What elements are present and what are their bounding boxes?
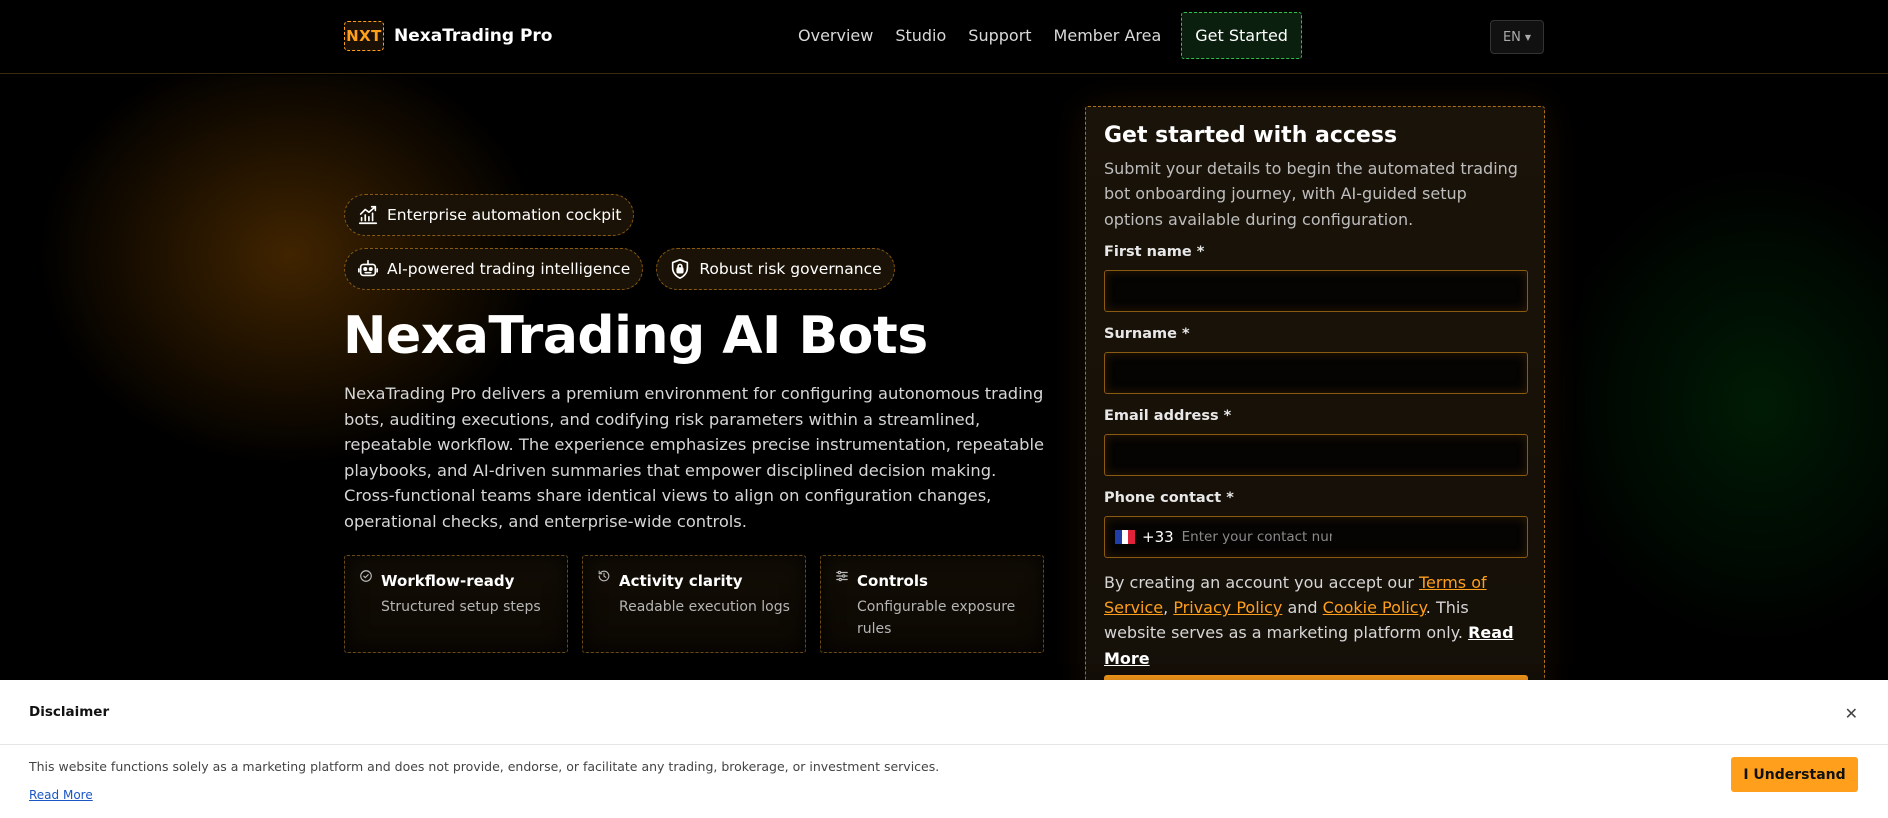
email-label: Email address *: [1104, 407, 1232, 424]
legal-comma: ,: [1163, 598, 1174, 618]
signup-description: Submit your details to begin the automat…: [1104, 159, 1518, 229]
signup-title: Get started with access: [1104, 123, 1398, 148]
cookie-link[interactable]: Cookie Policy: [1323, 598, 1426, 617]
phone-dial-code[interactable]: +33: [1142, 528, 1174, 546]
hero-badges: Enterprise automation cockpit AI-powered…: [344, 194, 944, 302]
brand-mark: NXT: [344, 21, 384, 51]
feature-title: Workflow-ready: [381, 572, 515, 590]
privacy-link[interactable]: Privacy Policy: [1173, 598, 1282, 617]
disclaimer-text: This website functions solely as a marke…: [29, 759, 940, 774]
sliders-icon: [836, 570, 848, 582]
feature-title: Activity clarity: [619, 572, 743, 590]
first-name-input[interactable]: [1104, 269, 1528, 312]
badge-label: Robust risk governance: [699, 260, 882, 278]
france-flag-icon[interactable]: [1115, 529, 1136, 544]
language-selector[interactable]: EN ▼: [1490, 20, 1544, 54]
top-navbar: NXT NexaTrading Pro Overview Studio Supp…: [0, 0, 1888, 74]
feature-subtitle: Configurable exposure rules: [857, 599, 1016, 637]
badge-automation: Enterprise automation cockpit: [344, 194, 635, 236]
nav-link-overview[interactable]: Overview: [798, 26, 873, 45]
nav-link-support[interactable]: Support: [968, 26, 1031, 45]
badge-label: Enterprise automation cockpit: [387, 206, 622, 224]
disclaimer-read-more-link[interactable]: Read More: [29, 788, 93, 802]
feature-cards: Workflow-ready Structured setup steps Ac…: [344, 555, 1044, 653]
disclaimer-title: Disclaimer: [29, 704, 110, 720]
legal-and: and: [1282, 598, 1323, 618]
shield-lock-icon: [672, 259, 689, 279]
disclaimer-header: Disclaimer ✕: [0, 680, 1888, 745]
feature-subtitle: Readable execution logs: [619, 599, 790, 615]
hero-section: Enterprise automation cockpit AI-powered…: [0, 75, 1888, 680]
badge-ai: AI-powered trading intelligence: [344, 248, 644, 290]
nav-link-member-area[interactable]: Member Area: [1054, 26, 1162, 45]
feature-card-controls: Controls Configurable exposure rules: [820, 555, 1044, 653]
i-understand-button[interactable]: I Understand: [1731, 757, 1858, 792]
close-icon[interactable]: ✕: [1845, 704, 1858, 723]
hero-title: NexaTrading AI Bots: [343, 306, 928, 366]
legal-notice: By creating an account you accept our Te…: [1104, 570, 1526, 671]
get-started-button[interactable]: Get Started: [1181, 12, 1302, 59]
phone-input[interactable]: [1181, 528, 1332, 545]
phone-label: Phone contact *: [1104, 489, 1234, 506]
feature-card-workflow: Workflow-ready Structured setup steps: [344, 555, 568, 653]
chart-line-icon: [358, 205, 378, 225]
language-label: EN: [1502, 29, 1521, 45]
hero-description: NexaTrading Pro delivers a premium envir…: [344, 384, 1045, 531]
brand-name: NexaTrading Pro: [394, 26, 553, 46]
history-icon: [598, 570, 610, 582]
robot-icon: [358, 259, 378, 277]
first-name-label: First name *: [1104, 243, 1205, 260]
phone-field: +33: [1104, 515, 1528, 558]
feature-title: Controls: [857, 572, 928, 590]
badge-label: AI-powered trading intelligence: [387, 260, 631, 278]
feature-card-activity: Activity clarity Readable execution logs: [582, 555, 806, 653]
brand-logo[interactable]: NXT NexaTrading Pro: [344, 21, 553, 51]
surname-label: Surname *: [1104, 325, 1190, 342]
main-nav: Overview Studio Support Member Area Get …: [798, 12, 1302, 59]
badge-risk: Robust risk governance: [656, 248, 895, 290]
caret-down-icon: ▼: [1524, 32, 1532, 42]
nav-link-studio[interactable]: Studio: [895, 26, 946, 45]
check-circle-icon: [360, 570, 372, 582]
email-input[interactable]: [1104, 433, 1528, 476]
feature-subtitle: Structured setup steps: [381, 599, 541, 615]
surname-input[interactable]: [1104, 351, 1528, 394]
signup-form-card: Get started with access Submit your deta…: [1085, 106, 1545, 680]
legal-prefix: By creating an account you accept our: [1104, 572, 1419, 592]
disclaimer-banner: Disclaimer ✕ This website functions sole…: [0, 680, 1888, 818]
